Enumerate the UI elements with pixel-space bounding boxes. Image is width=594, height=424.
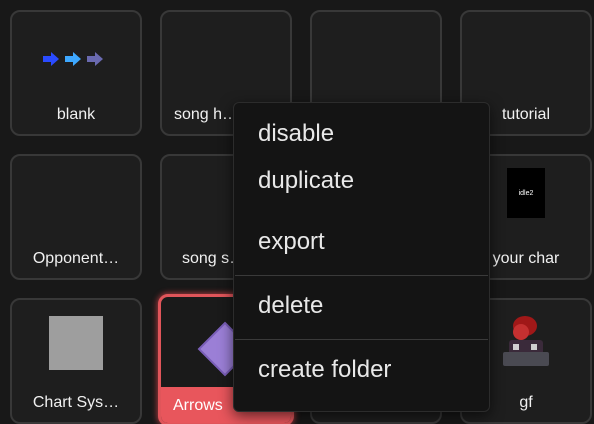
menu-item-delete[interactable]: delete <box>258 292 323 320</box>
mod-browser-grid: blank song h… tutorial Opponent… song s…… <box>0 0 594 424</box>
character-thumbnail: idle2 <box>507 168 545 218</box>
tile-label: Chart Sys… <box>32 394 120 411</box>
menu-item-create-folder[interactable]: create folder <box>258 356 391 384</box>
menu-item-duplicate[interactable]: duplicate <box>258 167 354 195</box>
character-sprite-icon <box>503 316 549 366</box>
tile-chart-sys[interactable]: Chart Sys… <box>10 298 142 424</box>
menu-divider <box>235 339 488 340</box>
menu-item-disable[interactable]: disable <box>258 120 334 148</box>
thumbnail-text: idle2 <box>518 189 534 197</box>
context-menu: disable duplicate export delete create f… <box>233 102 490 412</box>
tile-opponent[interactable]: Opponent… <box>10 154 142 280</box>
placeholder-thumbnail <box>49 316 103 370</box>
triple-arrow-icon <box>43 52 103 66</box>
tile-label: blank <box>56 106 96 123</box>
menu-item-export[interactable]: export <box>258 228 325 256</box>
tile-blank[interactable]: blank <box>10 10 142 136</box>
menu-divider <box>235 275 488 276</box>
tile-label: Opponent… <box>32 250 120 267</box>
